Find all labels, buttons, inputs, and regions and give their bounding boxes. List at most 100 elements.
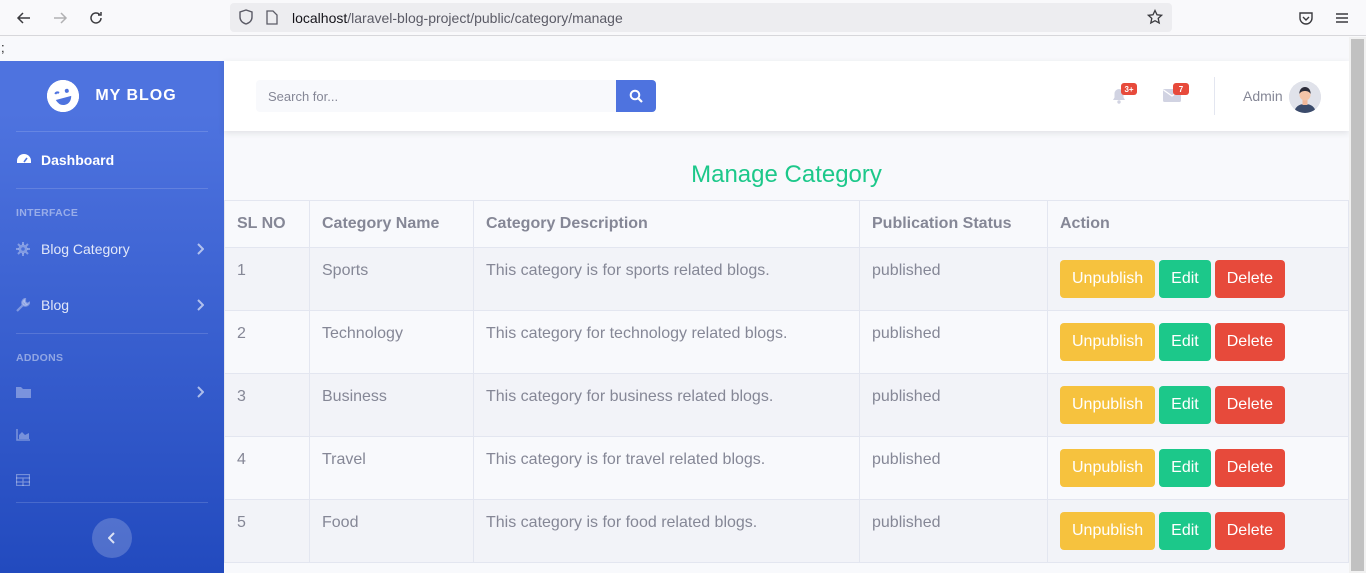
table-row: 1 Sports This category is for sports rel… bbox=[224, 247, 1349, 311]
cell-actions: Unpublish Edit Delete bbox=[1047, 373, 1349, 437]
address-bar[interactable]: localhost/laravel-blog-project/public/ca… bbox=[230, 3, 1172, 32]
cell-publication-status: published bbox=[859, 373, 1048, 437]
unpublish-button[interactable]: Unpublish bbox=[1060, 323, 1156, 361]
column-header-category-name: Category Name bbox=[309, 200, 474, 248]
table-row: 3 Business This category for business re… bbox=[224, 373, 1349, 437]
column-header-action: Action bbox=[1047, 200, 1349, 248]
cell-publication-status: published bbox=[859, 310, 1048, 374]
cell-actions: Unpublish Edit Delete bbox=[1047, 436, 1349, 500]
sidebar-item-blog-category[interactable]: Blog Category bbox=[16, 237, 208, 261]
cell-publication-status: published bbox=[859, 436, 1048, 500]
cog-icon bbox=[16, 242, 34, 256]
sidebar-divider bbox=[16, 131, 208, 132]
cell-category-description: This category is for sports related blog… bbox=[473, 247, 860, 311]
search-input[interactable] bbox=[256, 80, 616, 112]
search-button[interactable] bbox=[616, 80, 656, 112]
topbar: 3+ 7 Admin bbox=[224, 61, 1349, 131]
alerts-dropdown[interactable]: 3+ bbox=[1111, 83, 1137, 104]
menu-hamburger-icon[interactable] bbox=[1330, 6, 1354, 30]
cell-category-name: Business bbox=[309, 373, 474, 437]
cell-category-name: Technology bbox=[309, 310, 474, 374]
bookmark-star-icon[interactable] bbox=[1147, 9, 1163, 25]
sidebar-item-dashboard[interactable]: Dashboard bbox=[16, 148, 208, 172]
delete-button[interactable]: Delete bbox=[1214, 386, 1285, 424]
page-viewport: ; MY BLOG Dashboard INTERFACE Blog Categ… bbox=[0, 37, 1349, 573]
sidebar-divider bbox=[16, 502, 208, 503]
scrollbar-thumb[interactable] bbox=[1351, 39, 1364, 571]
browser-toolbar: localhost/laravel-blog-project/public/ca… bbox=[0, 0, 1366, 36]
edit-button[interactable]: Edit bbox=[1159, 260, 1211, 298]
table-row: 4 Travel This category is for travel rel… bbox=[224, 436, 1349, 500]
cell-category-description: This category for business related blogs… bbox=[473, 373, 860, 437]
cell-actions: Unpublish Edit Delete bbox=[1047, 247, 1349, 311]
cell-sl-no: 4 bbox=[224, 436, 310, 500]
cell-category-description: This category is for travel related blog… bbox=[473, 436, 860, 500]
cell-category-name: Sports bbox=[309, 247, 474, 311]
sidebar-item-label: Dashboard bbox=[41, 152, 115, 168]
sidebar-item-tables[interactable] bbox=[16, 468, 208, 492]
cell-category-name: Travel bbox=[309, 436, 474, 500]
page-title: Manage Category bbox=[691, 161, 882, 188]
folder-icon bbox=[16, 385, 34, 399]
column-header-category-description: Category Description bbox=[473, 200, 860, 248]
delete-button[interactable]: Delete bbox=[1214, 512, 1285, 550]
sidebar-item-blog[interactable]: Blog bbox=[16, 293, 208, 317]
avatar[interactable] bbox=[1289, 81, 1321, 113]
unpublish-button[interactable]: Unpublish bbox=[1060, 449, 1156, 487]
messages-badge: 7 bbox=[1173, 83, 1189, 95]
user-name[interactable]: Admin bbox=[1243, 88, 1283, 104]
sidebar: MY BLOG Dashboard INTERFACE Blog Categor… bbox=[0, 61, 224, 573]
brand-text: MY BLOG bbox=[95, 87, 177, 104]
cell-actions: Unpublish Edit Delete bbox=[1047, 310, 1349, 374]
wrench-icon bbox=[16, 298, 34, 312]
cell-category-description: This category for technology related blo… bbox=[473, 310, 860, 374]
delete-button[interactable]: Delete bbox=[1214, 323, 1285, 361]
sidebar-toggle-button[interactable] bbox=[92, 518, 132, 558]
shield-icon[interactable] bbox=[238, 9, 254, 25]
sidebar-item-label: Blog Category bbox=[41, 241, 130, 257]
category-table: SL NO Category Name Category Description… bbox=[224, 200, 1349, 563]
cell-sl-no: 1 bbox=[224, 247, 310, 311]
sidebar-item-charts[interactable] bbox=[16, 423, 208, 447]
cell-publication-status: published bbox=[859, 247, 1048, 311]
table-icon bbox=[16, 473, 34, 487]
forward-arrow-icon[interactable] bbox=[48, 6, 72, 30]
unpublish-button[interactable]: Unpublish bbox=[1060, 512, 1156, 550]
url-text[interactable]: localhost/laravel-blog-project/public/ca… bbox=[292, 10, 623, 26]
messages-dropdown[interactable]: 7 bbox=[1163, 83, 1189, 104]
sidebar-heading-interface: INTERFACE bbox=[16, 207, 79, 219]
back-arrow-icon[interactable] bbox=[12, 6, 36, 30]
search-icon bbox=[629, 89, 643, 103]
table-header-row: SL NO Category Name Category Description… bbox=[224, 200, 1349, 248]
chevron-right-icon bbox=[196, 385, 205, 401]
column-header-publication-status: Publication Status bbox=[859, 200, 1048, 248]
delete-button[interactable]: Delete bbox=[1214, 449, 1285, 487]
pocket-icon[interactable] bbox=[1294, 6, 1318, 30]
laugh-wink-icon bbox=[43, 76, 83, 116]
sidebar-divider bbox=[16, 188, 208, 189]
cell-sl-no: 5 bbox=[224, 499, 310, 563]
unpublish-button[interactable]: Unpublish bbox=[1060, 260, 1156, 298]
table-row: 5 Food This category is for food related… bbox=[224, 499, 1349, 563]
vertical-scrollbar[interactable] bbox=[1349, 37, 1366, 573]
edit-button[interactable]: Edit bbox=[1159, 323, 1211, 361]
brand-link[interactable]: MY BLOG bbox=[0, 61, 224, 131]
cell-category-description: This category is for food related blogs. bbox=[473, 499, 860, 563]
edit-button[interactable]: Edit bbox=[1159, 512, 1211, 550]
tachometer-icon bbox=[16, 153, 34, 167]
sidebar-item-folder[interactable] bbox=[16, 380, 208, 404]
reload-icon[interactable] bbox=[84, 6, 108, 30]
chevron-right-icon bbox=[196, 242, 205, 258]
chart-area-icon bbox=[16, 428, 34, 442]
edit-button[interactable]: Edit bbox=[1159, 449, 1211, 487]
table-row: 2 Technology This category for technolog… bbox=[224, 310, 1349, 374]
edit-button[interactable]: Edit bbox=[1159, 386, 1211, 424]
unpublish-button[interactable]: Unpublish bbox=[1060, 386, 1156, 424]
chevron-left-icon bbox=[108, 532, 115, 544]
page-icon bbox=[264, 9, 280, 25]
alerts-badge: 3+ bbox=[1121, 83, 1137, 95]
delete-button[interactable]: Delete bbox=[1214, 260, 1285, 298]
cell-sl-no: 2 bbox=[224, 310, 310, 374]
stray-text: ; bbox=[1, 40, 5, 55]
chevron-right-icon bbox=[196, 298, 205, 314]
